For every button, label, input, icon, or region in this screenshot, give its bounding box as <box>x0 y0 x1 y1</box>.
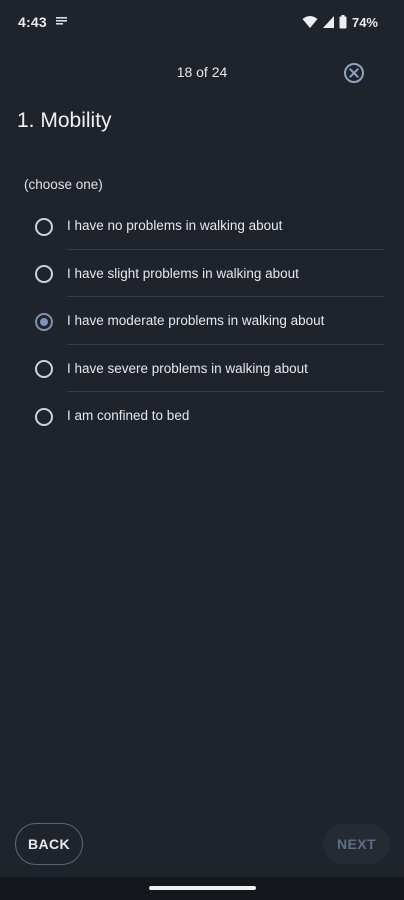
battery-percent: 74% <box>351 14 378 30</box>
signal-icon <box>322 16 334 28</box>
next-button[interactable]: NEXT <box>323 824 390 864</box>
option-moderate-problems[interactable]: I have moderate problems in walking abou… <box>0 297 404 345</box>
wifi-icon <box>302 16 318 28</box>
radio-button[interactable] <box>35 407 53 426</box>
back-button[interactable]: BACK <box>15 823 83 865</box>
radio-button[interactable] <box>35 217 53 236</box>
option-confined-to-bed[interactable]: I am confined to bed <box>0 392 404 440</box>
radio-button-selected[interactable] <box>35 312 53 331</box>
option-severe-problems[interactable]: I have severe problems in walking about <box>0 345 404 392</box>
option-no-problems[interactable]: I have no problems in walking about <box>0 202 404 250</box>
option-label: I am confined to bed <box>67 408 190 423</box>
battery-icon <box>339 15 347 29</box>
option-label: I have severe problems in walking about <box>67 360 308 376</box>
status-time: 4:43 <box>18 14 47 30</box>
navigation-bar <box>0 877 404 900</box>
page-title: 1. Mobility <box>17 109 112 132</box>
option-label: I have slight problems in walking about <box>67 265 299 281</box>
close-icon[interactable] <box>342 61 366 85</box>
option-label: I have moderate problems in walking abou… <box>67 313 325 328</box>
status-bar: 4:43 74% <box>0 0 404 44</box>
option-list: I have no problems in walking about I ha… <box>0 202 404 440</box>
option-slight-problems[interactable]: I have slight problems in walking about <box>0 250 404 297</box>
choose-one-hint: (choose one) <box>24 177 103 192</box>
top-bar: 18 of 24 <box>0 52 404 92</box>
home-indicator[interactable] <box>149 886 256 890</box>
radio-button[interactable] <box>35 360 53 378</box>
radio-button[interactable] <box>35 265 53 283</box>
option-label: I have no problems in walking about <box>67 218 283 233</box>
status-icons: 74% <box>302 13 378 31</box>
notification-icon <box>56 17 67 25</box>
